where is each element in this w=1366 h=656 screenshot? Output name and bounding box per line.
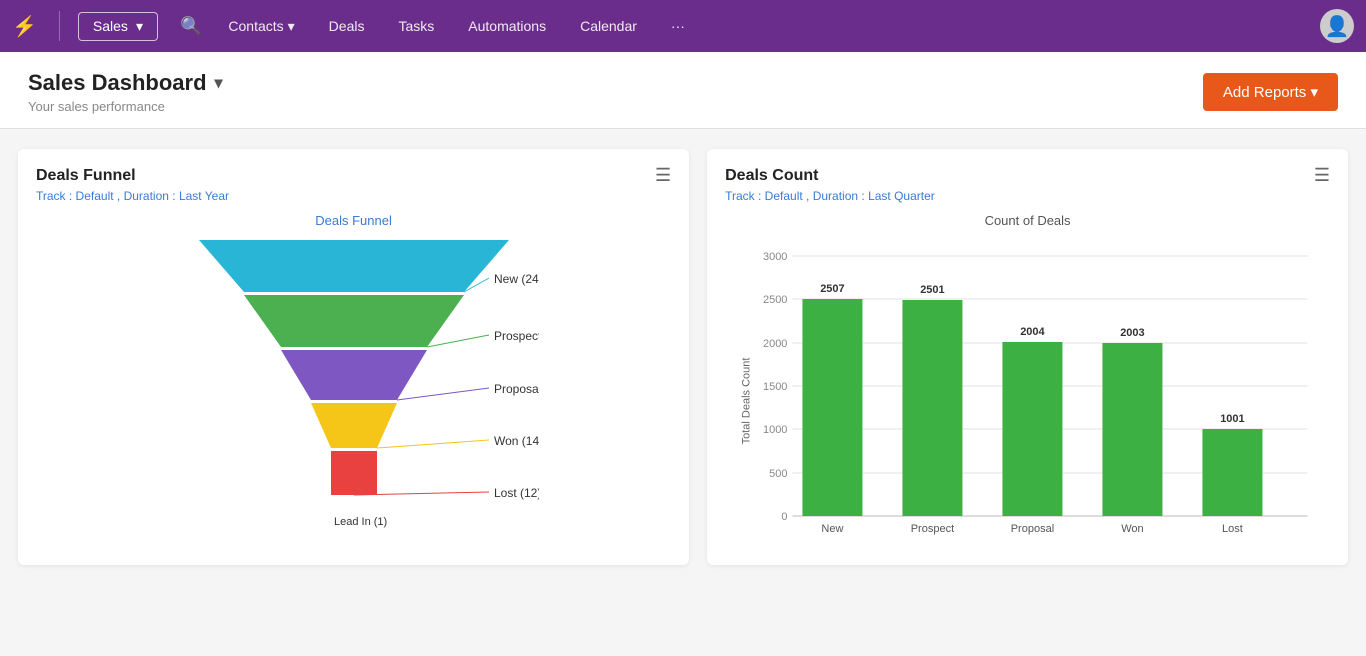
svg-text:2500: 2500 <box>763 294 787 306</box>
chevron-down-icon: ▾ <box>136 18 143 35</box>
svg-text:Prospect (10): Prospect (10) <box>494 329 539 343</box>
svg-text:Total Deals Count: Total Deals Count <box>741 358 753 445</box>
page-title: Sales Dashboard ▾ <box>28 70 223 96</box>
bar-chart-wrapper: Total Deals Count 3000 2500 2000 1500 <box>725 236 1330 551</box>
deals-count-subtitle: Track : Default , Duration : Last Quarte… <box>725 189 935 203</box>
svg-text:2507: 2507 <box>820 283 844 295</box>
nav-divider <box>59 11 60 41</box>
svg-text:Lead In (1): Lead In (1) <box>334 516 387 528</box>
nav-tasks[interactable]: Tasks <box>390 14 442 38</box>
bar-prospect <box>903 300 963 516</box>
nav-calendar[interactable]: Calendar <box>572 14 645 38</box>
page-title-block: Sales Dashboard ▾ Your sales performance <box>28 70 223 114</box>
funnel-menu-icon[interactable]: ☰ <box>655 165 671 186</box>
svg-text:500: 500 <box>769 468 787 480</box>
svg-text:Lost: Lost <box>1222 523 1243 535</box>
funnel-chart-title: Deals Funnel <box>36 213 671 228</box>
nav-automations[interactable]: Automations <box>460 14 554 38</box>
svg-text:Proposal: Proposal <box>1011 523 1054 535</box>
sales-dropdown[interactable]: Sales ▾ <box>78 12 158 41</box>
svg-text:New (24): New (24) <box>494 272 539 286</box>
funnel-svg-wrapper: New (24) Prospect (10) Proposal (14) Won… <box>36 240 671 550</box>
svg-text:3000: 3000 <box>763 251 787 263</box>
nav-more[interactable]: ··· <box>663 14 693 38</box>
svg-text:New: New <box>822 523 844 535</box>
svg-text:Won (14): Won (14) <box>494 434 539 448</box>
svg-text:Proposal (14): Proposal (14) <box>494 382 539 396</box>
chevron-down-icon: ▾ <box>288 18 295 35</box>
svg-text:Won: Won <box>1121 523 1143 535</box>
svg-text:Prospect: Prospect <box>911 523 954 535</box>
bar-lost <box>1203 429 1263 516</box>
navbar: ⚡ Sales ▾ 🔍 Contacts ▾ Deals Tasks Autom… <box>0 0 1366 52</box>
bar-won <box>1103 343 1163 516</box>
page-subtitle: Your sales performance <box>28 99 223 114</box>
sales-label: Sales <box>93 18 128 34</box>
deals-count-card: Deals Count Track : Default , Duration :… <box>707 149 1348 565</box>
deals-count-menu-icon[interactable]: ☰ <box>1314 165 1330 186</box>
svg-text:Lost (12): Lost (12) <box>494 486 539 500</box>
svg-text:2004: 2004 <box>1020 326 1045 338</box>
nav-deals[interactable]: Deals <box>321 14 373 38</box>
funnel-card-title: Deals Funnel <box>36 167 229 185</box>
bar-new <box>803 299 863 516</box>
user-avatar-icon: 👤 <box>1325 14 1350 39</box>
search-icon[interactable]: 🔍 <box>180 16 202 37</box>
svg-text:1001: 1001 <box>1220 413 1244 425</box>
deals-count-title: Deals Count <box>725 167 935 185</box>
deals-funnel-card: Deals Funnel Track : Default , Duration … <box>18 149 689 565</box>
svg-text:1000: 1000 <box>763 424 787 436</box>
bar-proposal <box>1003 342 1063 516</box>
svg-text:2003: 2003 <box>1120 327 1144 339</box>
svg-text:0: 0 <box>781 511 787 523</box>
chevron-down-icon[interactable]: ▾ <box>215 73 223 93</box>
page-header: Sales Dashboard ▾ Your sales performance… <box>0 52 1366 129</box>
nav-contacts[interactable]: Contacts ▾ <box>220 14 302 39</box>
svg-text:2501: 2501 <box>920 284 944 296</box>
svg-text:1500: 1500 <box>763 381 787 393</box>
app-logo: ⚡ <box>12 14 37 39</box>
add-reports-button[interactable]: Add Reports ▾ <box>1203 73 1338 111</box>
deals-count-chart-title: Count of Deals <box>725 213 1330 228</box>
funnel-card-subtitle: Track : Default , Duration : Last Year <box>36 189 229 203</box>
svg-text:2000: 2000 <box>763 338 787 350</box>
funnel-svg: New (24) Prospect (10) Proposal (14) Won… <box>169 240 539 550</box>
bar-chart-svg: Total Deals Count 3000 2500 2000 1500 <box>725 236 1330 546</box>
avatar[interactable]: 👤 <box>1320 9 1354 43</box>
main-content: Deals Funnel Track : Default , Duration … <box>0 129 1366 585</box>
